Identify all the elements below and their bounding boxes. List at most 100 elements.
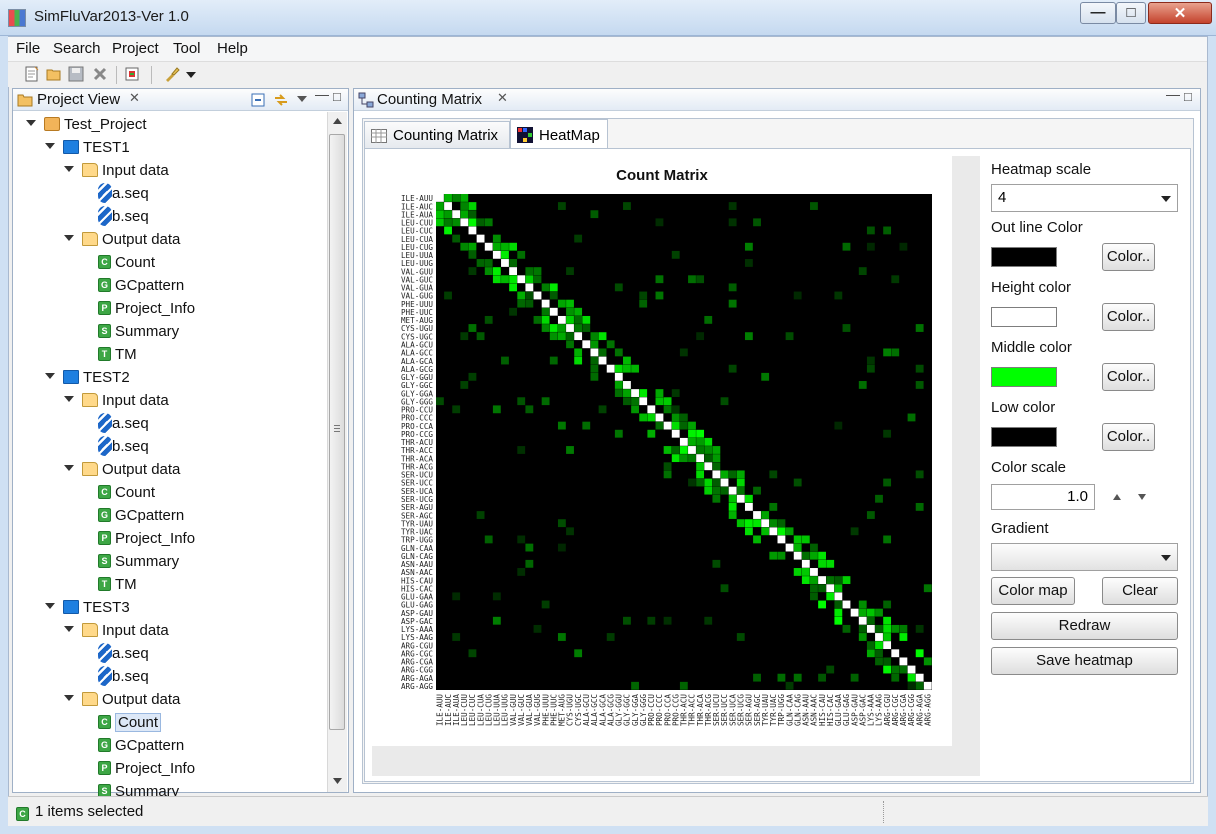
save-heatmap-button[interactable]: Save heatmap [991, 647, 1178, 675]
expand-icon[interactable] [64, 695, 74, 703]
expand-icon[interactable] [64, 465, 74, 473]
tree-item[interactable]: S Summary [98, 550, 179, 572]
heatmap-cell [468, 226, 477, 235]
heatmap-cell [793, 478, 802, 487]
heatmap-cell [875, 649, 883, 658]
heatmap-scale-select[interactable]: 4 [991, 184, 1178, 212]
tree-item[interactable]: Test_Project [26, 113, 147, 135]
tree-item[interactable]: a.seq [98, 642, 149, 664]
scroll-down-icon[interactable] [333, 778, 342, 784]
tree-item[interactable]: T TM [98, 343, 137, 365]
tree-item[interactable]: a.seq [98, 182, 149, 204]
dropdown-icon[interactable] [186, 72, 196, 78]
heatmap-cell [460, 194, 469, 202]
outline-color-button[interactable]: Color.. [1102, 243, 1155, 271]
tree-item[interactable]: Input data [64, 619, 169, 641]
tree-item[interactable]: TEST3 [45, 596, 130, 618]
expand-icon[interactable] [45, 603, 55, 611]
link-editor-icon[interactable] [273, 92, 289, 108]
expand-icon[interactable] [45, 143, 55, 151]
heatmap-cell [696, 275, 705, 284]
maximize-view-icon[interactable]: □ [333, 89, 341, 104]
decrement-icon[interactable] [1132, 488, 1152, 506]
heatmap-cell [484, 259, 493, 267]
open-folder-icon[interactable] [46, 66, 62, 82]
tree-item[interactable]: C Count [98, 711, 162, 733]
save-icon[interactable] [68, 66, 84, 82]
new-file-icon[interactable] [24, 66, 40, 82]
tab-counting-matrix[interactable]: Counting Matrix [364, 121, 510, 149]
tree-item[interactable]: P Project_Info [98, 527, 195, 549]
gradient-select[interactable] [991, 543, 1178, 571]
minimize-button[interactable]: — [1080, 2, 1116, 24]
heatmap-cell [728, 502, 737, 511]
tree-item[interactable]: C Count [98, 481, 155, 503]
view-menu-icon[interactable] [297, 96, 307, 102]
tree-item[interactable]: Output data [64, 688, 180, 710]
heatmap-cell [688, 437, 696, 446]
close-button[interactable]: ✕ [1148, 2, 1212, 24]
tree-item[interactable]: Output data [64, 458, 180, 480]
heatmap-cell [444, 291, 452, 300]
tree-item[interactable]: Input data [64, 389, 169, 411]
expand-icon[interactable] [64, 235, 74, 243]
scroll-up-icon[interactable] [333, 118, 342, 124]
delete-icon[interactable] [92, 66, 108, 82]
run-icon[interactable] [164, 66, 180, 82]
expand-icon[interactable] [26, 120, 36, 128]
tree-item[interactable]: G GCpattern [98, 734, 184, 756]
maximize-editor-icon[interactable]: □ [1184, 89, 1192, 104]
scroll-thumb[interactable] [329, 134, 345, 730]
height-color-button[interactable]: Color.. [1102, 303, 1155, 331]
expand-icon[interactable] [45, 373, 55, 381]
low-color-button[interactable]: Color.. [1102, 423, 1155, 451]
heatmap-cell [866, 641, 875, 650]
menu-search[interactable]: Search [53, 40, 101, 57]
tree-item[interactable]: G GCpattern [98, 274, 184, 296]
tree-item[interactable]: Input data [64, 159, 169, 181]
heatmap-cell [671, 429, 680, 438]
collapse-all-icon[interactable] [251, 93, 265, 107]
heatmap-cell [720, 470, 729, 479]
minimize-editor-icon[interactable]: — [1166, 86, 1180, 102]
increment-icon[interactable] [1107, 488, 1127, 506]
heatmap-icon [517, 127, 533, 143]
color-scale-input[interactable]: 1.0 [991, 484, 1095, 510]
tree-item[interactable]: S Summary [98, 320, 179, 342]
middle-color-button[interactable]: Color.. [1102, 363, 1155, 391]
heatmap-cell [712, 494, 721, 503]
clear-button[interactable]: Clear [1102, 577, 1178, 605]
menu-project[interactable]: Project [112, 40, 159, 57]
export-icon[interactable] [124, 66, 140, 82]
tree-item[interactable]: Output data [64, 228, 180, 250]
maximize-button[interactable]: □ [1116, 2, 1146, 24]
tree-item[interactable]: C Count [98, 251, 155, 273]
heatmap-cell [663, 405, 672, 414]
tree-item[interactable]: P Project_Info [98, 297, 195, 319]
heatmap-cell [712, 462, 721, 471]
tree-item[interactable]: G GCpattern [98, 504, 184, 526]
tree-item[interactable]: P Project_Info [98, 757, 195, 779]
redraw-button[interactable]: Redraw [991, 612, 1178, 640]
close-tab-icon[interactable]: ✕ [129, 90, 140, 106]
result-file-icon: G [98, 738, 111, 752]
menu-help[interactable]: Help [217, 40, 248, 57]
editor-tab-title[interactable]: Counting Matrix [377, 91, 482, 108]
tree-item[interactable]: a.seq [98, 412, 149, 434]
tree-item[interactable]: b.seq [98, 435, 149, 457]
minimize-view-icon[interactable]: — [315, 86, 329, 102]
heatmap-cell [484, 315, 493, 324]
color-map-button[interactable]: Color map [991, 577, 1075, 605]
expand-icon[interactable] [64, 626, 74, 634]
tree-item[interactable]: TEST1 [45, 136, 130, 158]
tree-item[interactable]: T TM [98, 573, 137, 595]
menu-file[interactable]: File [16, 40, 40, 57]
tree-item[interactable]: b.seq [98, 665, 149, 687]
tree-item[interactable]: TEST2 [45, 366, 130, 388]
expand-icon[interactable] [64, 166, 74, 174]
expand-icon[interactable] [64, 396, 74, 404]
tree-item[interactable]: b.seq [98, 205, 149, 227]
tab-heatmap[interactable]: HeatMap [510, 119, 608, 150]
close-editor-icon[interactable]: ✕ [497, 90, 508, 106]
menu-tool[interactable]: Tool [173, 40, 201, 57]
